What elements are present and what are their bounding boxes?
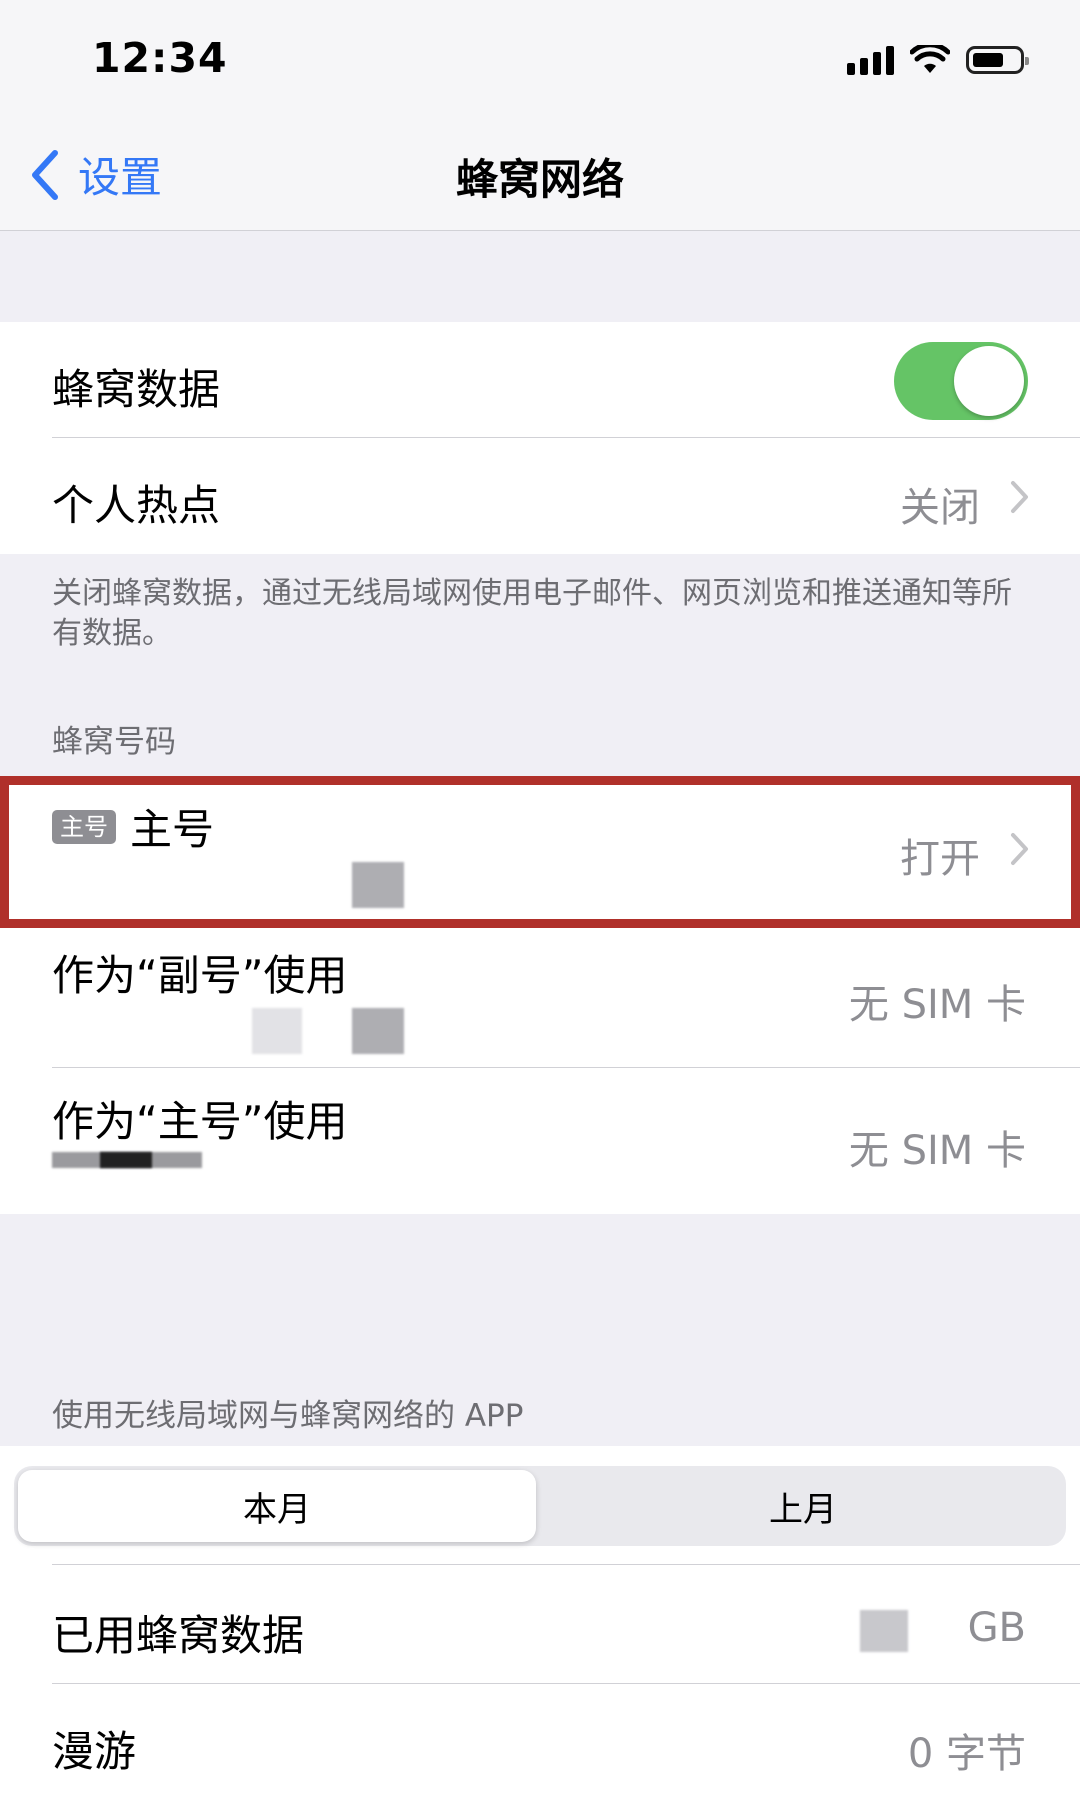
status-bar: 12:34 (0, 0, 1080, 120)
sim-row-primary[interactable]: 主号 主号 打开 (0, 776, 1080, 922)
roaming-value: 0 字节 (907, 1731, 1026, 1777)
sim-row-primary-use[interactable]: 作为“主号”使用 无 SIM 卡 (0, 1068, 1080, 1214)
sim-primary-label-wrap: 主号 主号 (52, 796, 214, 857)
sim-secondary-value: 无 SIM 卡 (848, 982, 1026, 1028)
period-segmented-control: 本月 上月 (14, 1466, 1066, 1546)
used-cellular-data-label: 已用蜂窝数据 (52, 1611, 305, 1660)
sim-row-secondary-use[interactable]: 作为“副号”使用 无 SIM 卡 (0, 922, 1080, 1068)
sim-primary-label: 主号 (130, 805, 215, 854)
segment-this-month[interactable]: 本月 (18, 1470, 536, 1542)
sim-secondary-label: 作为“副号”使用 (52, 951, 348, 1000)
chevron-right-icon (1011, 833, 1028, 865)
cellular-data-toggle[interactable] (894, 342, 1028, 420)
cellular-numbers-header: 蜂窝号码 (52, 724, 176, 760)
redacted-number (352, 1008, 404, 1054)
cellular-data-row: 蜂窝数据 (0, 322, 1080, 438)
segment-last-month[interactable]: 上月 (544, 1470, 1062, 1542)
personal-hotspot-row[interactable]: 个人热点 关闭 (0, 438, 1080, 554)
redacted-number (252, 1008, 302, 1054)
sim-primary-use-label: 作为“主号”使用 (52, 1097, 348, 1146)
chevron-right-icon (1011, 481, 1028, 513)
personal-hotspot-value: 关闭 (900, 485, 980, 531)
redacted-number (352, 862, 404, 908)
used-cellular-data-unit: GB (967, 1605, 1026, 1651)
redacted-value (860, 1610, 908, 1652)
cellular-signal-icon (847, 45, 894, 75)
battery-icon (966, 46, 1029, 74)
redacted-number (100, 1152, 152, 1168)
status-icons (847, 40, 1029, 80)
cellular-data-footer-note: 关闭蜂窝数据，通过无线局域网使用电子邮件、网页浏览和推送通知等所有数据。 (52, 576, 1012, 651)
page-title: 蜂窝网络 (455, 155, 624, 204)
personal-hotspot-label: 个人热点 (52, 481, 221, 530)
sim-primary-use-value: 无 SIM 卡 (848, 1128, 1026, 1174)
divider (52, 1564, 1080, 1565)
cellular-settings-group: 蜂窝数据 个人热点 关闭 (0, 322, 1080, 554)
roaming-row: 漫游 0 字节 (0, 1684, 1080, 1800)
status-time: 12:34 (92, 34, 228, 82)
used-cellular-data-row: 已用蜂窝数据 GB (0, 1568, 1080, 1684)
wifi-icon (910, 45, 950, 73)
cellular-numbers-group: 主号 主号 打开 作为“副号”使用 无 SIM 卡 作为“主号”使用 无 SIM… (0, 776, 1080, 1214)
navigation-bar: 设置 蜂窝网络 (0, 120, 1080, 231)
apps-section-header: 使用无线局域网与蜂窝网络的 APP (52, 1398, 524, 1434)
cellular-data-label: 蜂窝数据 (52, 365, 221, 414)
sim-primary-value: 打开 (900, 836, 980, 882)
roaming-label: 漫游 (52, 1727, 137, 1776)
primary-badge: 主号 (52, 809, 116, 844)
